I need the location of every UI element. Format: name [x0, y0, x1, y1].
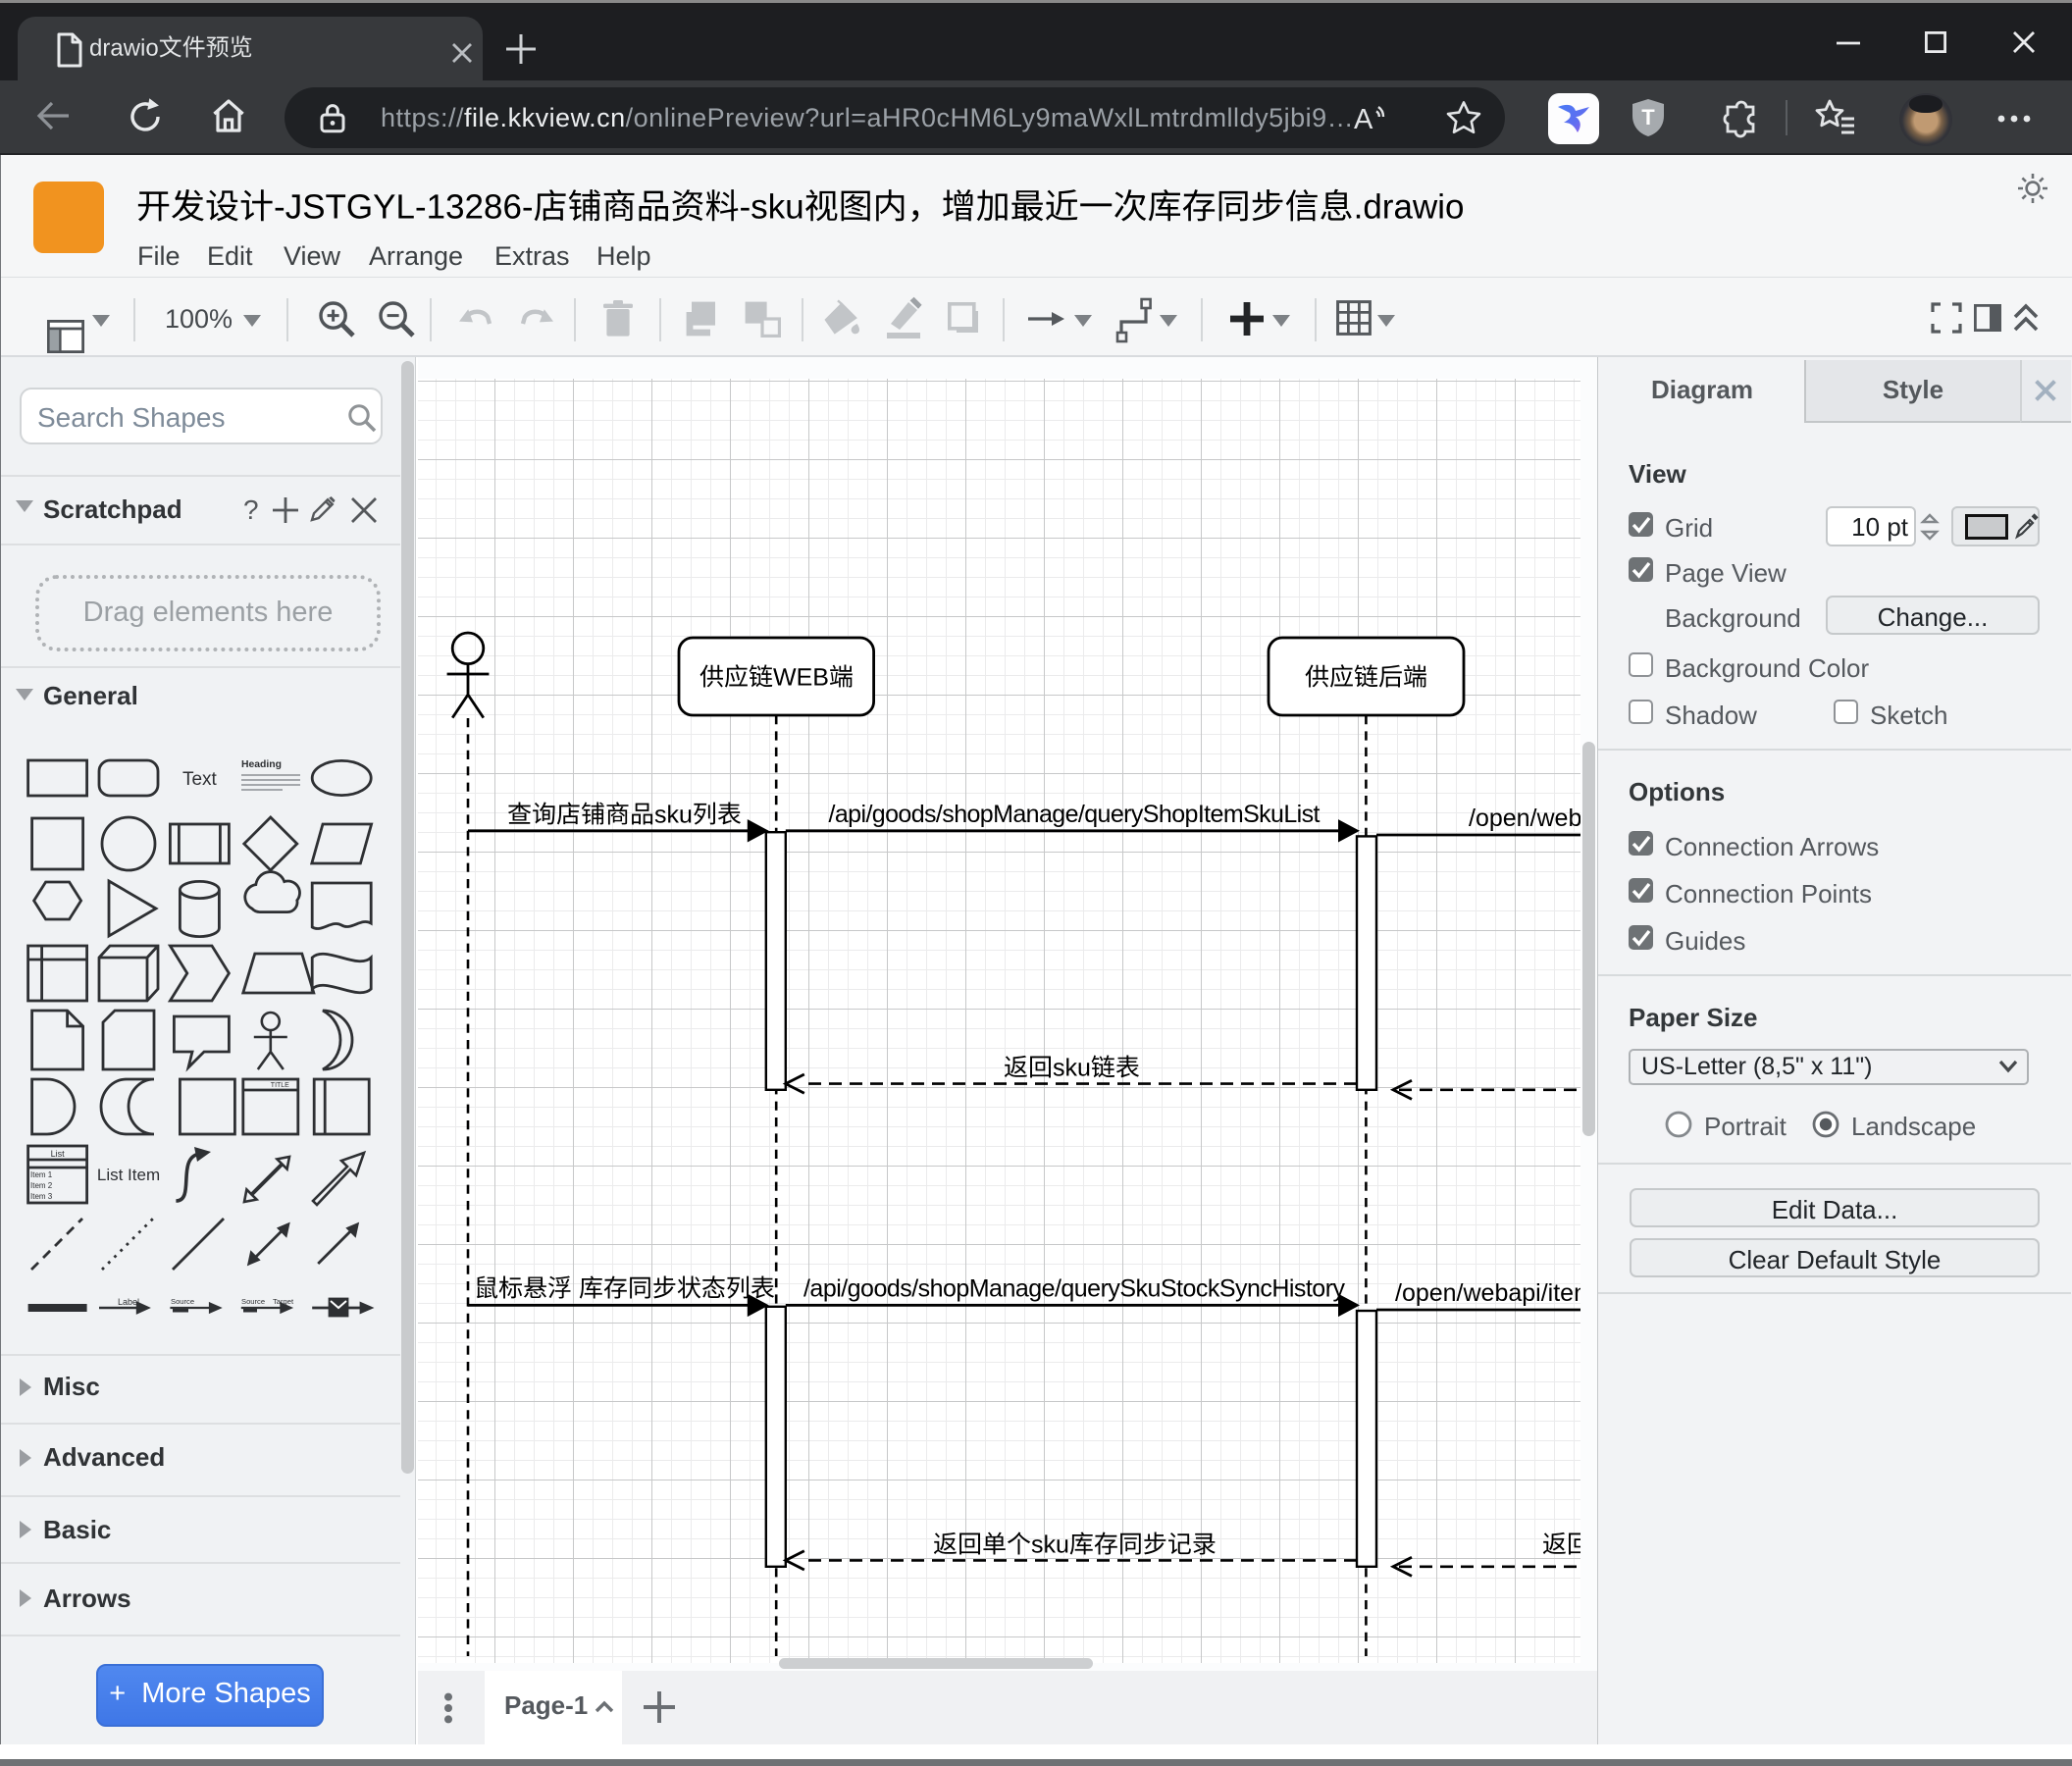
svg-text:Text: Text [182, 769, 218, 790]
svg-text:/api/goods/shopManage/querySho: /api/goods/shopManage/queryShopItemSkuLi… [829, 801, 1321, 828]
svg-text:Item 1: Item 1 [30, 1170, 53, 1179]
svg-text:/open/webapi/: /open/webapi/ [1469, 805, 1597, 832]
svg-text:List Item: List Item [97, 1166, 160, 1184]
svg-text:T: T [1641, 105, 1655, 130]
svg-text:List: List [51, 1149, 66, 1159]
svg-text:/api/goods/shopManage/querySku: /api/goods/shopManage/querySkuStockSyncH… [803, 1274, 1346, 1302]
svg-text:Item 2: Item 2 [30, 1181, 53, 1190]
svg-text:Source: Source [241, 1297, 265, 1306]
svg-text:/open/webapi/iten: /open/webapi/iten [1395, 1279, 1587, 1307]
svg-text:Target: Target [273, 1297, 294, 1306]
svg-text:Item 3: Item 3 [30, 1192, 53, 1201]
svg-text:Heading: Heading [241, 759, 282, 770]
svg-text:TITLE: TITLE [271, 1082, 289, 1089]
svg-text:Label: Label [118, 1297, 139, 1307]
svg-text:Source: Source [171, 1297, 194, 1306]
svg-text:A: A [1354, 104, 1373, 135]
